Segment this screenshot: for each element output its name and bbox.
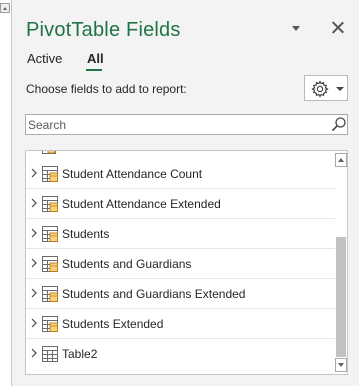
search-box[interactable] [25, 114, 348, 135]
chevron-right-icon[interactable] [30, 348, 38, 358]
partial-table-icon [42, 151, 56, 154]
field-row[interactable]: Table2 [26, 339, 337, 369]
chevron-right-icon[interactable] [30, 318, 38, 328]
field-row[interactable]: Students [26, 219, 337, 249]
left-scroll-up-arrow[interactable] [0, 3, 10, 13]
field-row[interactable]: Students Extended [26, 309, 337, 339]
chevron-right-icon[interactable] [30, 168, 38, 178]
instruction-text: Choose fields to add to report: [26, 82, 187, 96]
scroll-down-arrow[interactable] [335, 358, 347, 372]
field-label: Student Attendance Count [62, 167, 203, 181]
tab-active[interactable]: Active [27, 51, 62, 66]
field-label: Students [62, 227, 110, 241]
table-icon [42, 346, 58, 362]
olap-table-icon [42, 166, 58, 182]
olap-table-icon [42, 286, 58, 302]
chevron-right-icon[interactable] [30, 288, 38, 298]
field-row[interactable]: Student Attendance Extended [26, 189, 337, 219]
tools-settings-button[interactable] [304, 75, 348, 101]
scroll-thumb[interactable] [336, 237, 346, 357]
pane-options-dropdown-icon[interactable] [291, 25, 303, 33]
tab-all-underline [86, 69, 102, 71]
olap-table-icon [42, 196, 58, 212]
chevron-down-icon [336, 87, 344, 91]
field-row[interactable]: Students and Guardians [26, 249, 337, 279]
chevron-right-icon[interactable] [30, 198, 38, 208]
field-label: Table2 [62, 347, 98, 361]
olap-table-icon [42, 316, 58, 332]
chevron-right-icon[interactable] [30, 258, 38, 268]
field-label: Student Attendance Extended [62, 197, 221, 211]
search-input[interactable] [26, 115, 326, 134]
close-icon[interactable] [329, 19, 347, 37]
field-list[interactable]: Student Attendance Count Student Attenda… [25, 150, 348, 375]
chevron-right-icon[interactable] [30, 228, 38, 238]
field-row[interactable]: Students and Guardians Extended [26, 279, 337, 309]
field-label: Students and Guardians Extended [62, 287, 246, 301]
field-label: Students and Guardians [62, 257, 192, 271]
olap-table-icon [42, 226, 58, 242]
search-icon[interactable] [331, 116, 347, 132]
olap-table-icon [42, 256, 58, 272]
left-scroll-strip[interactable] [0, 0, 12, 386]
field-label: Students Extended [62, 317, 164, 331]
tab-all[interactable]: All [87, 51, 104, 66]
gear-icon [311, 80, 329, 98]
field-row[interactable]: Student Attendance Count [26, 159, 337, 189]
pane-title: PivotTable Fields [26, 19, 181, 41]
field-list-scrollbar[interactable] [335, 151, 347, 374]
scroll-up-arrow[interactable] [335, 153, 347, 167]
